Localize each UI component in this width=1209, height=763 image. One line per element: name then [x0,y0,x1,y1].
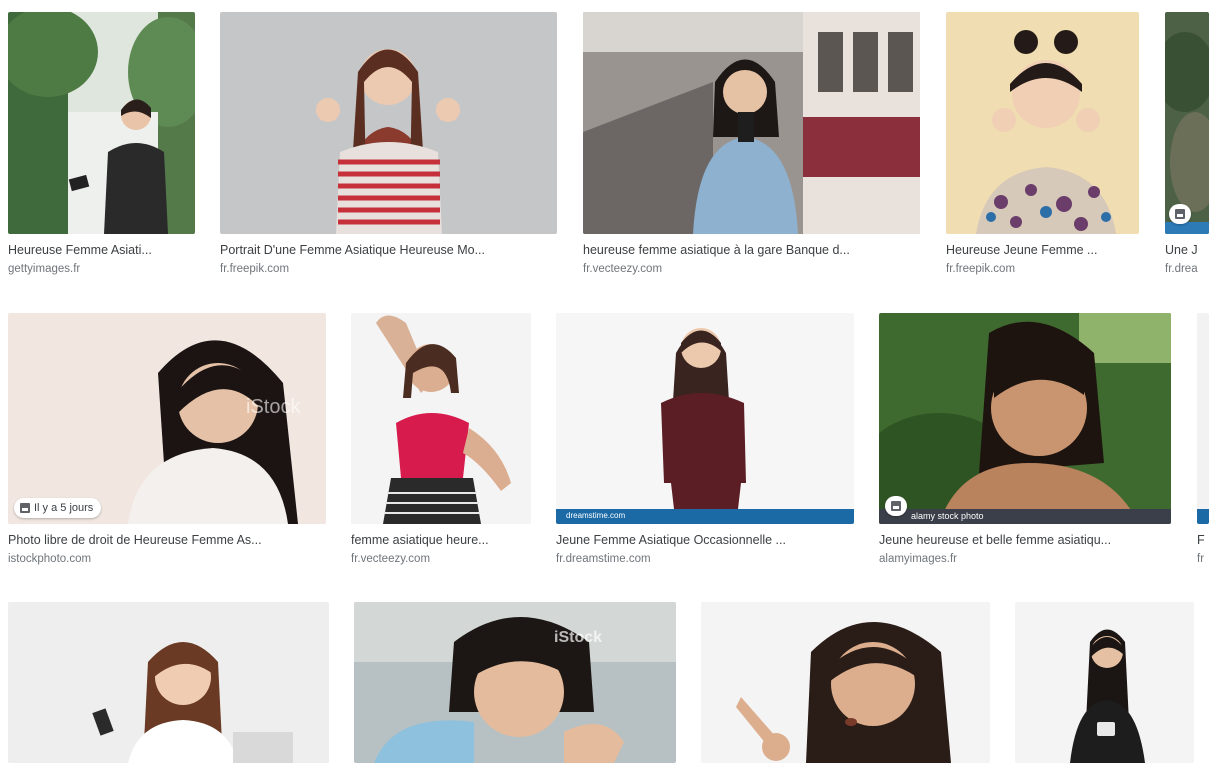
result-thumbnail[interactable] [946,12,1139,234]
result-thumbnail[interactable] [1197,313,1209,524]
result-card[interactable]: heureuse femme asiatique à la gare Banqu… [583,12,920,276]
result-source: fr.freepik.com [220,263,290,275]
result-card[interactable]: iStock [354,602,676,763]
result-card[interactable]: F fr [1197,313,1209,566]
result-thumbnail[interactable] [220,12,557,234]
result-thumbnail[interactable] [351,313,531,524]
result-card[interactable]: femme asiatique heure... fr.vecteezy.com [351,313,531,566]
istock-watermark: iStock [554,629,602,646]
result-card[interactable]: Heureuse Jeune Femme ... fr.freepik.com [946,12,1139,276]
result-thumbnail[interactable] [8,12,195,234]
result-card[interactable]: Heureuse Femme Asiati... gettyimages.fr [8,12,195,276]
result-source: fr.dreamstime.com [556,553,651,565]
result-thumbnail[interactable] [1165,12,1209,234]
result-source: fr.vecteezy.com [351,553,431,565]
result-thumbnail[interactable] [8,602,329,763]
result-title[interactable]: Portrait D'une Femme Asiatique Heureuse … [220,242,557,258]
image-icon [1175,209,1185,219]
alamy-watermark: alamy stock photo [911,511,984,521]
result-title[interactable]: Jeune heureuse et belle femme asiatiqu..… [879,532,1171,548]
result-source: gettyimages.fr [8,263,81,275]
result-card[interactable]: dreamstime.com Jeune Femme Asiatique Occ… [556,313,854,566]
result-card[interactable]: alamy stock photo Jeune heureuse et bell… [879,313,1171,566]
result-card[interactable]: Une J fr.drea [1165,12,1209,276]
result-card[interactable] [8,602,329,763]
istock-watermark: iStock [246,396,301,418]
dreamstime-watermark: dreamstime.com [566,511,626,520]
image-icon [891,501,901,511]
result-source: fr.freepik.com [946,263,1016,275]
age-badge-label: Il y a 5 jours [34,502,94,514]
result-thumbnail[interactable] [1015,602,1194,763]
result-thumbnail[interactable]: iStock Il y a 5 jours [8,313,326,524]
result-card[interactable]: iStock Il y a 5 jours Photo libre de dro… [8,313,326,566]
image-icon [20,503,30,513]
result-title[interactable]: femme asiatique heure... [351,532,531,548]
result-thumbnail[interactable] [583,12,920,234]
image-badge [885,496,907,516]
result-title[interactable]: Une J [1165,242,1209,258]
result-title[interactable]: Photo libre de droit de Heureuse Femme A… [8,532,326,548]
result-card[interactable] [701,602,990,763]
result-title[interactable]: Jeune Femme Asiatique Occasionnelle ... [556,532,854,548]
result-title[interactable]: Heureuse Jeune Femme ... [946,242,1139,258]
result-source: fr [1197,553,1205,565]
result-thumbnail[interactable]: dreamstime.com [556,313,854,524]
image-badge [1169,204,1191,224]
result-source: fr.vecteezy.com [583,263,663,275]
result-thumbnail[interactable]: alamy stock photo [879,313,1171,524]
result-title[interactable]: heureuse femme asiatique à la gare Banqu… [583,242,920,258]
result-title[interactable]: Heureuse Femme Asiati... [8,242,195,258]
result-thumbnail[interactable] [701,602,990,763]
result-title[interactable]: F [1197,532,1209,548]
result-source: alamyimages.fr [879,553,957,565]
image-results-grid: Heureuse Femme Asiati... gettyimages.fr [0,0,1209,763]
result-source: fr.drea [1165,263,1198,275]
result-card[interactable] [1015,602,1194,763]
age-badge: Il y a 5 jours [14,498,102,518]
result-thumbnail[interactable]: iStock [354,602,676,763]
result-source: istockphoto.com [8,553,92,565]
result-card[interactable]: Portrait D'une Femme Asiatique Heureuse … [220,12,557,276]
